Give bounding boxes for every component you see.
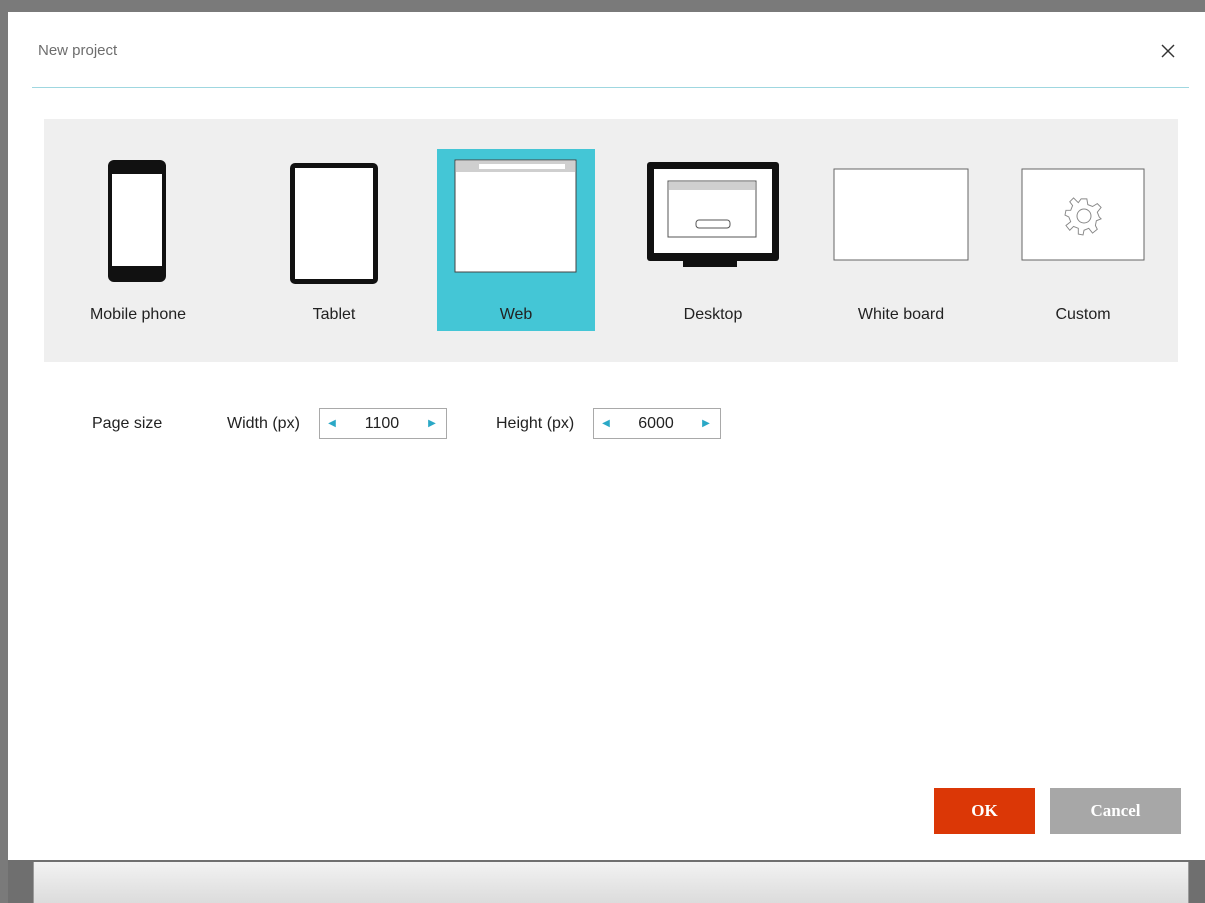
project-type-label: Web [499,306,533,323]
desktop-monitor-icon [634,159,792,291]
tablet-icon [255,159,413,291]
project-type-label: Mobile phone [89,306,187,323]
title-divider [32,87,1189,88]
new-project-dialog: New project Mobile phone Tablet Web Desk… [8,12,1205,860]
width-decrement-icon[interactable]: ◀ [320,409,344,438]
width-stepper: ◀ ▶ [319,408,447,439]
project-type-desktop[interactable]: Desktop [634,119,792,362]
gear-icon [1004,159,1162,291]
width-input[interactable] [344,410,420,437]
width-increment-icon[interactable]: ▶ [420,409,444,438]
project-type-white-board[interactable]: White board [822,119,980,362]
height-stepper: ◀ ▶ [593,408,721,439]
project-type-web[interactable]: Web [437,119,595,362]
web-browser-icon [437,159,595,291]
project-type-label: Desktop [683,306,743,323]
width-label: Width (px) [227,415,300,432]
dialog-title: New project [38,42,118,59]
cancel-button[interactable]: Cancel [1050,788,1181,834]
page-size-label: Page size [92,415,163,432]
height-decrement-icon[interactable]: ◀ [594,409,618,438]
height-label: Height (px) [496,415,575,432]
background-panel [33,862,1189,903]
project-type-custom[interactable]: Custom [1004,119,1162,362]
height-increment-icon[interactable]: ▶ [694,409,718,438]
project-type-label: Custom [1055,306,1111,323]
height-input[interactable] [618,410,694,437]
project-type-tablet[interactable]: Tablet [255,119,413,362]
project-type-mobile-phone[interactable]: Mobile phone [59,119,217,362]
project-type-label: White board [857,306,945,323]
mobile-phone-icon [59,159,217,291]
project-type-selector: Mobile phone Tablet Web Desktop White bo… [44,119,1178,362]
close-icon[interactable] [1156,39,1180,63]
project-type-label: Tablet [312,306,356,323]
ok-button[interactable]: OK [934,788,1035,834]
white-board-icon [822,159,980,291]
